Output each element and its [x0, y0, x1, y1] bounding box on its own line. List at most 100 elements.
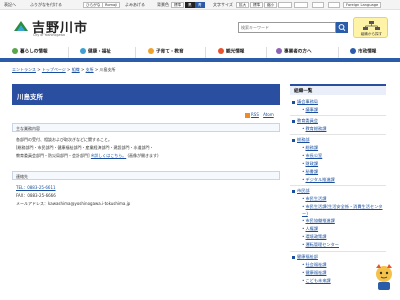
- sidebar-item[interactable]: 市民協働推進課: [302, 218, 334, 224]
- sidebar-divider: [290, 115, 386, 116]
- bg-standard-button[interactable]: 標準: [171, 1, 185, 8]
- living-icon: [12, 48, 18, 54]
- city-name-en: City of Yoshinogawa: [33, 33, 65, 37]
- util-link-1[interactable]: ふりがなを付ける: [30, 2, 62, 8]
- contact-fax: FAX：0883-25-6666: [16, 193, 56, 198]
- nav-living[interactable]: 暮らしの情報: [12, 48, 48, 58]
- duty-line-1: 各部門の受付、相談および取次ぎなどに関すること。: [16, 137, 112, 142]
- nav-business[interactable]: 事業者の方へ: [276, 48, 312, 58]
- font-shrink-button[interactable]: 縮小: [264, 1, 278, 8]
- sidebar-item[interactable]: 総務課: [302, 145, 318, 151]
- sidebar-item[interactable]: 健康福祉課: [302, 270, 326, 276]
- section-title-duties: 主な業務内容: [12, 123, 280, 132]
- breadcrumb-current: 川島支所: [99, 67, 116, 72]
- search-icon: [338, 24, 346, 31]
- breadcrumb-branch[interactable]: 支所: [86, 67, 94, 72]
- nav-label: 市政情報: [358, 49, 377, 55]
- sidebar-divider: [290, 251, 386, 252]
- org-search-button[interactable]: 組織から探す: [353, 17, 388, 38]
- sidebar-divider: [290, 134, 386, 135]
- sidebar-group-council[interactable]: 議会事務局: [292, 99, 318, 105]
- breadcrumb-top[interactable]: トップページ: [42, 67, 66, 72]
- foreign-language-button[interactable]: Foreign Language: [343, 1, 382, 8]
- nav-divider: [135, 47, 136, 58]
- nav-label: 子育て・教育: [156, 49, 184, 55]
- business-icon: [276, 48, 282, 54]
- nav-label: 事業者の方へ: [284, 49, 312, 55]
- sidebar-item[interactable]: 市民生活課(生活安全係・消費生活センター): [302, 204, 386, 217]
- sidebar-item[interactable]: 人権課: [302, 226, 318, 232]
- util-read-aloud[interactable]: よみあげる: [125, 2, 145, 8]
- city-info-icon: [350, 48, 356, 54]
- sidebar-item[interactable]: 秘書課: [302, 169, 318, 175]
- rss-icon: [245, 112, 250, 118]
- sidebar-item[interactable]: 市長公室: [302, 153, 322, 159]
- mail-icon[interactable]: [328, 1, 340, 8]
- nav-city-info[interactable]: 市政情報: [350, 48, 376, 58]
- detail-note: (画像が開きます): [127, 153, 159, 158]
- sidebar-group-health-welfare[interactable]: 健康福祉部: [292, 254, 318, 260]
- nav-divider: [205, 47, 206, 58]
- nav-health[interactable]: 健康・福祉: [80, 48, 111, 58]
- contact-tel: TEL：0883-25-6611: [16, 185, 56, 191]
- sidebar-item[interactable]: こども未来課: [302, 278, 330, 284]
- childcare-icon: [148, 48, 154, 54]
- nav-label: 暮らしの情報: [20, 49, 48, 55]
- sidebar-item[interactable]: 議事課: [302, 107, 318, 113]
- util-romaji-button[interactable]: Romaji: [102, 1, 121, 8]
- phone-icon[interactable]: [312, 1, 324, 8]
- util-link-0[interactable]: 表記へ: [4, 2, 16, 8]
- search-button[interactable]: [336, 22, 348, 33]
- duty-line-3-text: 教育委員会部門・防災局部門・会計部門]: [16, 153, 90, 158]
- util-hiragana-button[interactable]: ひらがな: [83, 1, 104, 8]
- bg-black-button[interactable]: 黒: [185, 1, 195, 8]
- sidebar-item[interactable]: 社会福祉課: [302, 262, 326, 268]
- nav-label: 健康・福祉: [88, 49, 111, 55]
- nav-divider: [338, 47, 339, 58]
- rss-link[interactable]: RSS: [251, 112, 259, 117]
- nav-divider: [68, 47, 69, 58]
- sidebar-divider: [290, 185, 386, 186]
- breadcrumb-sep: >: [94, 67, 99, 72]
- org-search-label: 組織から探す: [360, 32, 383, 36]
- duty-line-3: 教育委員会部門・防災局部門・会計部門] ※詳しくはこちら。 (画像が開きます): [16, 153, 159, 159]
- bg-color-label: 背景色: [157, 2, 169, 7]
- sidebar-item[interactable]: デジタル推進課: [302, 177, 334, 183]
- sidebar-group-education[interactable]: 教育委員会: [292, 118, 318, 124]
- font-standard-button[interactable]: 標準: [250, 1, 264, 8]
- map-icon[interactable]: [294, 1, 308, 8]
- sidebar-item[interactable]: 環境政策課: [302, 234, 326, 240]
- page-title: 川島支所: [12, 84, 280, 105]
- sitemap-icon[interactable]: [278, 1, 292, 8]
- mascot-icon[interactable]: [370, 262, 398, 292]
- nav-childcare[interactable]: 子育て・教育: [148, 48, 184, 58]
- sidebar-group-general-affairs[interactable]: 総務部: [292, 137, 310, 143]
- section-title-contact: 連絡先: [12, 171, 280, 180]
- breadcrumb-sep: >: [67, 67, 71, 72]
- nav-divider: [266, 47, 267, 58]
- breadcrumb-org[interactable]: 組織: [72, 67, 80, 72]
- sidebar-item-label: 市民生活課(生活安全係・消費生活センター): [302, 204, 383, 216]
- detail-link[interactable]: ※詳しくはこちら。: [91, 153, 126, 158]
- breadcrumb-entrance[interactable]: エントランス: [12, 67, 36, 72]
- breadcrumb: エントランス > トップページ > 組織 > 支所 > 川島支所: [12, 67, 116, 73]
- sidebar-item[interactable]: 財政課: [302, 161, 318, 167]
- sidebar-item[interactable]: 市民生活課: [302, 196, 326, 202]
- font-enlarge-button[interactable]: 拡大: [236, 1, 250, 8]
- org-chart-icon: [363, 21, 380, 30]
- contact-mail: メールアドレス：kawashima@yoshinogawa.i-tokushim…: [16, 201, 131, 206]
- site-search: [238, 22, 348, 33]
- bg-blue-button[interactable]: 青: [195, 1, 205, 8]
- sidebar-item[interactable]: 運転管理センター: [302, 242, 339, 248]
- city-logo-icon: [14, 21, 28, 31]
- tel-link[interactable]: TEL：0883-25-6611: [16, 185, 56, 190]
- duty-line-2: [総務部門・市民部門・健康福祉部門・産業経済部門・建設部門・水道部門・: [16, 145, 154, 150]
- font-size-label: 文字サイズ: [213, 2, 233, 7]
- sidebar-group-citizens[interactable]: 市民部: [292, 188, 310, 194]
- sidebar-item[interactable]: 教育総務課: [302, 126, 326, 132]
- breadcrumb-sep: >: [37, 67, 41, 72]
- nav-tourism[interactable]: 観光情報: [218, 48, 244, 58]
- atom-link[interactable]: Atom: [263, 112, 274, 117]
- search-input[interactable]: [238, 22, 336, 33]
- utility-bar: 表記へ ふりがなを付ける ひらがな Romaji よみあげる 背景色 標準 黒 …: [0, 0, 400, 10]
